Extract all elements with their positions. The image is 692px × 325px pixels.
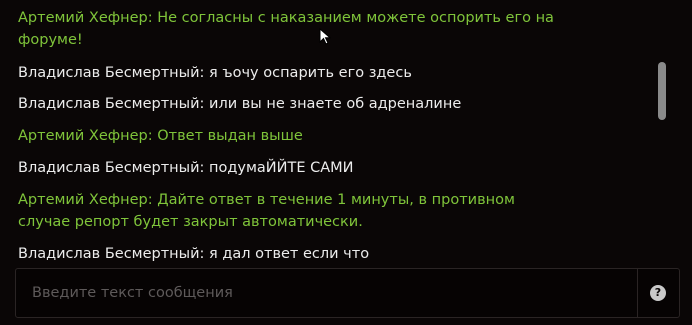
chat-message-admin: Артемий Хефнер: Дайте ответ в течение 1 … (18, 192, 515, 230)
chat-message-user: Владислав Бесмертный: или вы не знаете о… (18, 96, 462, 112)
message-input-bar: ? (15, 268, 680, 318)
chat-message-user: Владислав Бесмертный: я ъочу оспарить ег… (18, 65, 412, 81)
input-divider (637, 269, 638, 317)
mouse-cursor-icon (319, 28, 332, 45)
chat-message-admin: Артемий Хефнер: Ответ выдан выше (18, 128, 303, 144)
chat-message-admin: Артемий Хефнер: Не согласны с наказанием… (18, 10, 554, 48)
chat-scrollbar[interactable] (652, 0, 672, 262)
help-icon[interactable]: ? (650, 285, 666, 301)
chat-message-user: Владислав Бесмертный: я дал ответ если ч… (18, 246, 370, 262)
scrollbar-thumb[interactable] (658, 62, 666, 120)
message-input[interactable] (16, 269, 638, 317)
chat-message-user: Владислав Бесмертный: подумаЙЙТЕ САМИ (18, 160, 354, 176)
